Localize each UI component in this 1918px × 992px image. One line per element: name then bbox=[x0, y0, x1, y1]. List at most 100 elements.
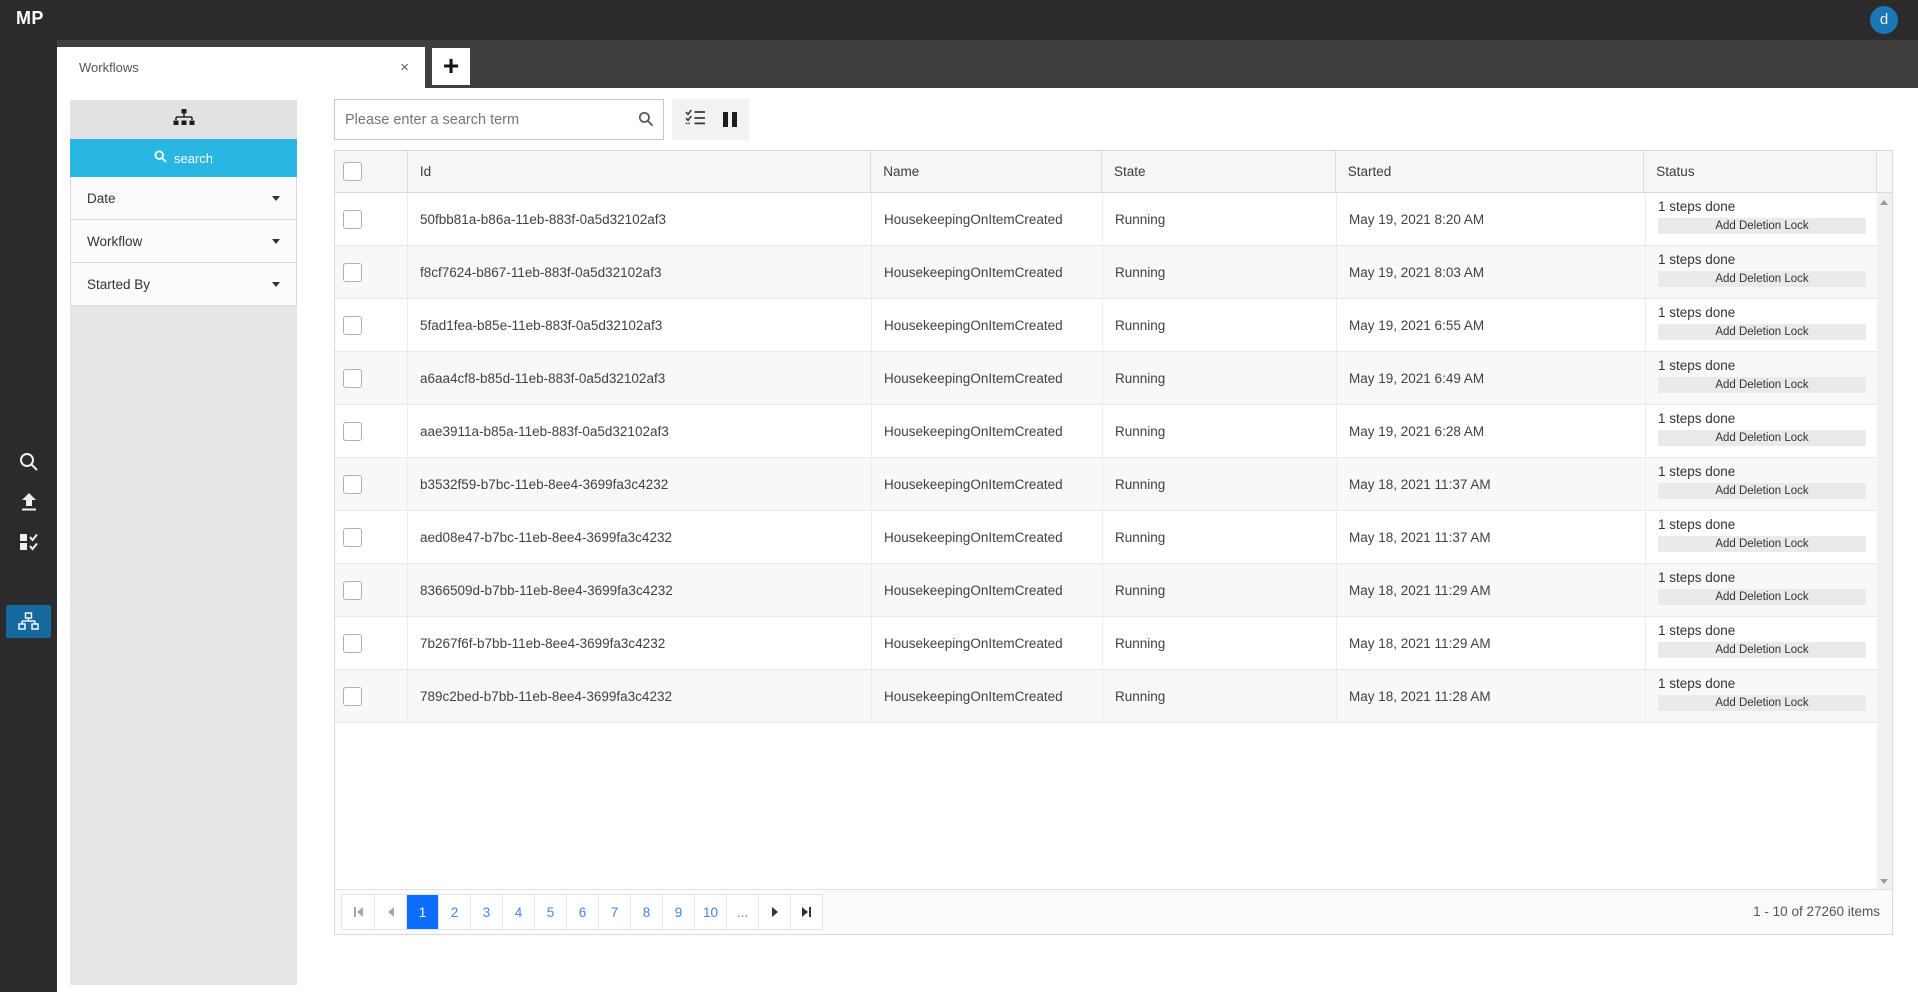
column-header-name[interactable]: Name bbox=[871, 151, 1102, 192]
add-deletion-lock-button[interactable]: Add Deletion Lock bbox=[1658, 589, 1866, 605]
pager-page-6-button[interactable]: 6 bbox=[566, 895, 598, 929]
row-checkbox[interactable] bbox=[343, 316, 362, 335]
scroll-up-icon[interactable] bbox=[1880, 200, 1888, 205]
steps-done-label: 1 steps done bbox=[1658, 676, 1736, 691]
pager-page-7-button[interactable]: 7 bbox=[598, 895, 630, 929]
user-avatar[interactable]: d bbox=[1870, 6, 1898, 34]
cell-started: May 18, 2021 11:28 AM bbox=[1337, 670, 1646, 723]
pager-buttons: 1 2 3 4 5 6 7 8 9 10... bbox=[341, 894, 823, 930]
row-checkbox[interactable] bbox=[343, 581, 362, 600]
vertical-scrollbar[interactable] bbox=[1877, 193, 1892, 891]
column-header-id[interactable]: Id bbox=[408, 151, 872, 192]
row-checkbox-cell bbox=[335, 352, 408, 405]
cell-status: 1 steps done Add Deletion Lock bbox=[1646, 617, 1879, 670]
table-row[interactable]: a6aa4cf8-b85d-11eb-883f-0a5d32102af3 Hou… bbox=[335, 352, 1879, 405]
sitemap-icon bbox=[173, 108, 195, 131]
cell-status: 1 steps done Add Deletion Lock bbox=[1646, 511, 1879, 564]
row-checkbox[interactable] bbox=[343, 687, 362, 706]
row-checkbox[interactable] bbox=[343, 475, 362, 494]
add-deletion-lock-button[interactable]: Add Deletion Lock bbox=[1658, 536, 1866, 552]
column-header-started[interactable]: Started bbox=[1336, 151, 1645, 192]
workflows-icon bbox=[18, 612, 39, 631]
filter-section-workflow[interactable]: Workflow bbox=[70, 220, 297, 263]
rail-tasks-button[interactable] bbox=[0, 523, 57, 561]
pager-prev-button[interactable] bbox=[374, 895, 406, 929]
add-deletion-lock-button[interactable]: Add Deletion Lock bbox=[1658, 483, 1866, 499]
pager-page-4-button[interactable]: 4 bbox=[502, 895, 534, 929]
row-checkbox[interactable] bbox=[343, 263, 362, 282]
add-deletion-lock-button[interactable]: Add Deletion Lock bbox=[1658, 271, 1866, 287]
cell-status: 1 steps done Add Deletion Lock bbox=[1646, 299, 1879, 352]
pager-next-button[interactable] bbox=[758, 895, 790, 929]
search-icon[interactable] bbox=[638, 111, 654, 132]
cell-status: 1 steps done Add Deletion Lock bbox=[1646, 564, 1879, 617]
search-input[interactable] bbox=[334, 99, 664, 140]
row-checkbox-cell bbox=[335, 458, 408, 511]
rail-workflows-button[interactable] bbox=[6, 605, 51, 638]
row-checkbox[interactable] bbox=[343, 210, 362, 229]
pager-page-8-button[interactable]: 8 bbox=[630, 895, 662, 929]
hierarchy-view-button[interactable] bbox=[70, 100, 297, 139]
table-row[interactable]: 50fbb81a-b86a-11eb-883f-0a5d32102af3 Hou… bbox=[335, 193, 1879, 246]
cell-state: Running bbox=[1103, 246, 1337, 299]
table-row[interactable]: 7b267f6f-b7bb-11eb-8ee4-3699fa3c4232 Hou… bbox=[335, 617, 1879, 670]
filter-section-started-by[interactable]: Started By bbox=[70, 263, 297, 306]
row-checkbox-cell bbox=[335, 193, 408, 246]
pager-page-9-button[interactable]: 9 bbox=[662, 895, 694, 929]
cell-state: Running bbox=[1103, 405, 1337, 458]
scroll-down-icon[interactable] bbox=[1880, 879, 1888, 884]
add-deletion-lock-button[interactable]: Add Deletion Lock bbox=[1658, 377, 1866, 393]
pager-page-1-button[interactable]: 1 bbox=[406, 895, 438, 929]
add-deletion-lock-button[interactable]: Add Deletion Lock bbox=[1658, 642, 1866, 658]
column-header-status[interactable]: Status bbox=[1644, 151, 1877, 192]
rail-upload-button[interactable] bbox=[0, 483, 57, 521]
pager-page-10-button[interactable]: 10 bbox=[694, 895, 726, 929]
panel-search-button[interactable]: search bbox=[70, 139, 297, 177]
cell-status: 1 steps done Add Deletion Lock bbox=[1646, 670, 1879, 723]
select-all-checkbox[interactable] bbox=[343, 162, 362, 181]
filter-section-date[interactable]: Date bbox=[70, 177, 297, 220]
pager-page-3-button[interactable]: 3 bbox=[470, 895, 502, 929]
pause-button[interactable] bbox=[722, 112, 737, 127]
pager-more-button[interactable]: ... bbox=[726, 895, 758, 929]
toolbar-icons bbox=[672, 99, 749, 140]
table-row[interactable]: aed08e47-b7bc-11eb-8ee4-3699fa3c4232 Hou… bbox=[335, 511, 1879, 564]
cell-name: HousekeepingOnItemCreated bbox=[872, 670, 1103, 723]
cell-started: May 18, 2021 11:29 AM bbox=[1337, 564, 1646, 617]
pager-page-5-button[interactable]: 5 bbox=[534, 895, 566, 929]
new-tab-button[interactable]: + bbox=[432, 48, 470, 85]
cell-name: HousekeepingOnItemCreated bbox=[872, 193, 1103, 246]
workflows-grid: Id Name State Started Status 50fbb81a-b8… bbox=[334, 150, 1893, 935]
table-row[interactable]: aae3911a-b85a-11eb-883f-0a5d32102af3 Hou… bbox=[335, 405, 1879, 458]
table-row[interactable]: 8366509d-b7bb-11eb-8ee4-3699fa3c4232 Hou… bbox=[335, 564, 1879, 617]
tab-workflows[interactable]: Workflows × bbox=[57, 47, 425, 88]
table-row[interactable]: b3532f59-b7bc-11eb-8ee4-3699fa3c4232 Hou… bbox=[335, 458, 1879, 511]
cell-status: 1 steps done Add Deletion Lock bbox=[1646, 405, 1879, 458]
add-deletion-lock-button[interactable]: Add Deletion Lock bbox=[1658, 430, 1866, 446]
pager-first-button[interactable] bbox=[342, 895, 374, 929]
table-row[interactable]: 5fad1fea-b85e-11eb-883f-0a5d32102af3 Hou… bbox=[335, 299, 1879, 352]
upload-icon bbox=[19, 492, 39, 512]
cell-name: HousekeepingOnItemCreated bbox=[872, 405, 1103, 458]
close-icon[interactable]: × bbox=[400, 47, 409, 88]
steps-done-label: 1 steps done bbox=[1658, 464, 1736, 479]
column-header-state[interactable]: State bbox=[1102, 151, 1336, 192]
cell-id: aed08e47-b7bc-11eb-8ee4-3699fa3c4232 bbox=[408, 511, 872, 564]
add-deletion-lock-button[interactable]: Add Deletion Lock bbox=[1658, 324, 1866, 340]
add-deletion-lock-button[interactable]: Add Deletion Lock bbox=[1658, 695, 1866, 711]
tab-label: Workflows bbox=[79, 60, 139, 75]
pager-page-2-button[interactable]: 2 bbox=[438, 895, 470, 929]
cell-name: HousekeepingOnItemCreated bbox=[872, 617, 1103, 670]
cell-name: HousekeepingOnItemCreated bbox=[872, 352, 1103, 405]
row-checkbox[interactable] bbox=[343, 528, 362, 547]
row-checkbox[interactable] bbox=[343, 369, 362, 388]
task-list-view-button[interactable] bbox=[684, 109, 706, 130]
cell-id: 50fbb81a-b86a-11eb-883f-0a5d32102af3 bbox=[408, 193, 872, 246]
add-deletion-lock-button[interactable]: Add Deletion Lock bbox=[1658, 218, 1866, 234]
pager-last-button[interactable] bbox=[790, 895, 822, 929]
row-checkbox[interactable] bbox=[343, 422, 362, 441]
table-row[interactable]: 789c2bed-b7bb-11eb-8ee4-3699fa3c4232 Hou… bbox=[335, 670, 1879, 723]
row-checkbox[interactable] bbox=[343, 634, 362, 653]
table-row[interactable]: f8cf7624-b867-11eb-883f-0a5d32102af3 Hou… bbox=[335, 246, 1879, 299]
rail-search-button[interactable] bbox=[0, 443, 57, 481]
